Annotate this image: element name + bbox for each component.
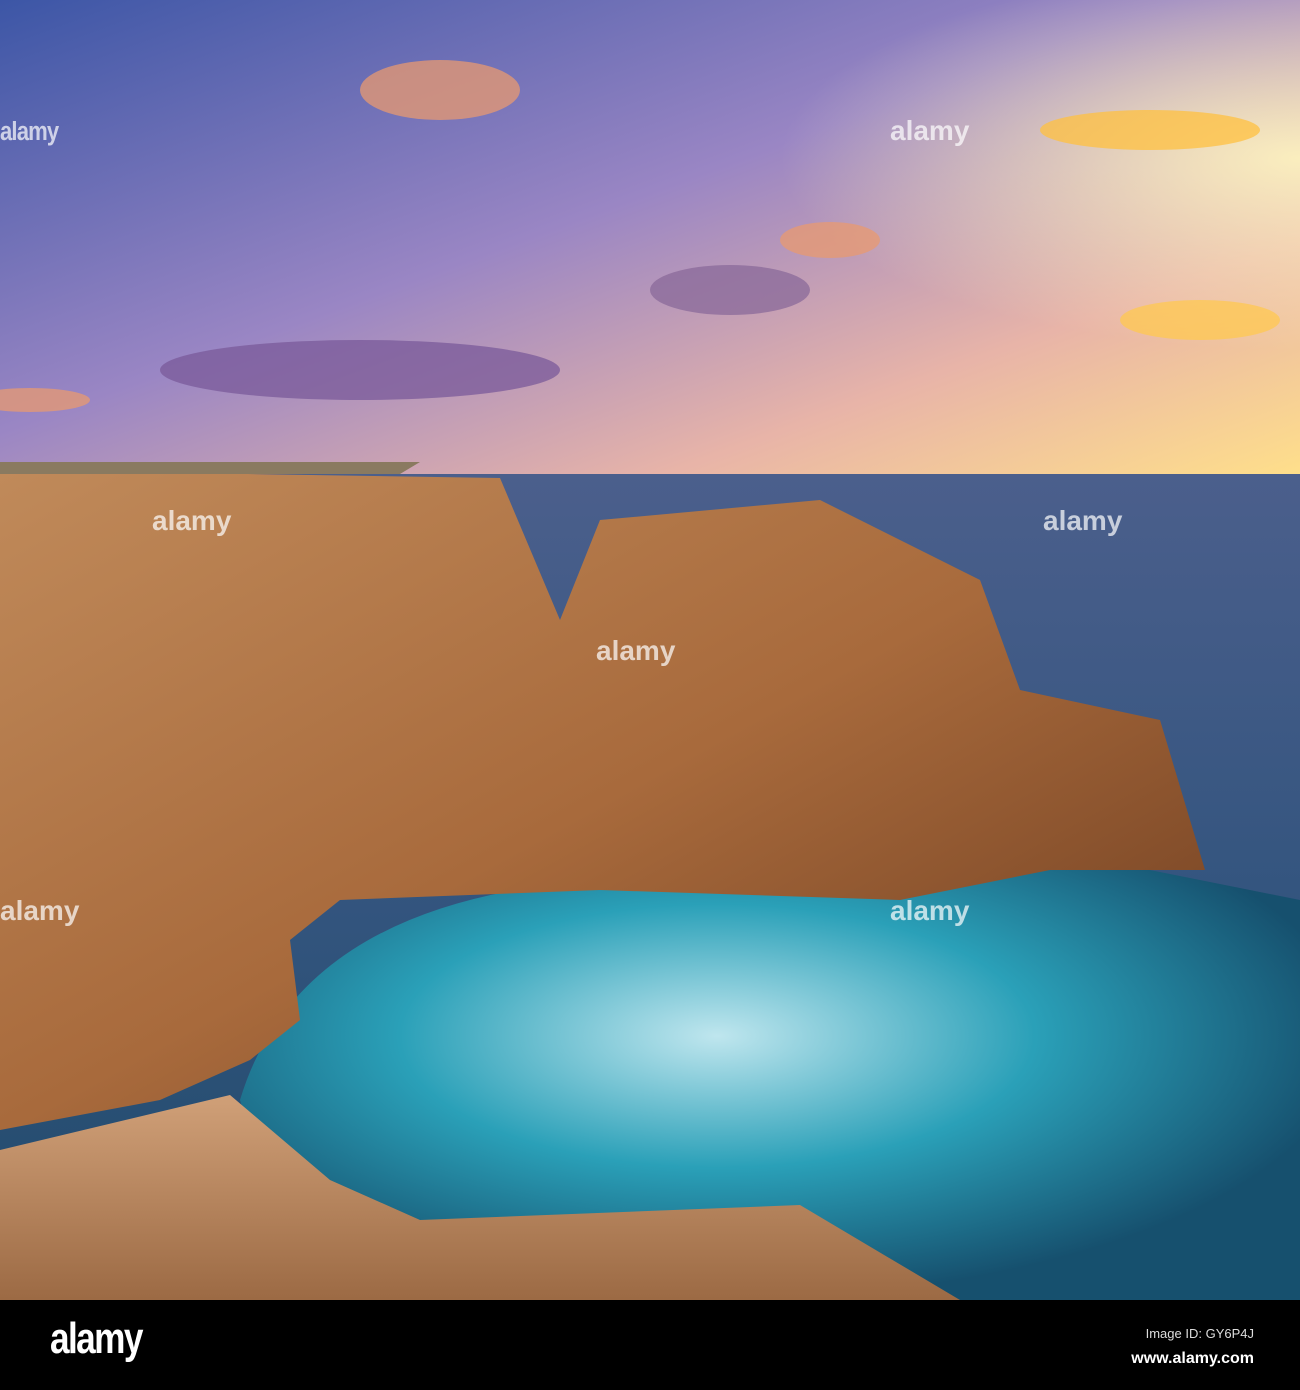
svg-text:alamy: alamy (890, 895, 970, 926)
stock-photo-page: alamy alamy alamy alamy alamy alamy alam… (0, 0, 1300, 1390)
footer-bar: alamy Image ID: GY6P4J www.alamy.com (0, 1300, 1300, 1390)
svg-text:alamy: alamy (596, 635, 676, 666)
svg-text:alamy: alamy (890, 115, 970, 146)
svg-text:alamy: alamy (152, 505, 232, 536)
svg-text:alamy: alamy (1043, 505, 1123, 536)
svg-text:alamy: alamy (0, 117, 60, 146)
alamy-logo[interactable]: alamy (50, 1314, 143, 1364)
image-id: Image ID: GY6P4J (1145, 1326, 1254, 1341)
svg-text:alamy: alamy (0, 895, 80, 926)
coastal-cliff-sunset-photo: alamy alamy alamy alamy alamy alamy alam… (0, 0, 1300, 1300)
website-link[interactable]: www.alamy.com (1131, 1350, 1254, 1368)
